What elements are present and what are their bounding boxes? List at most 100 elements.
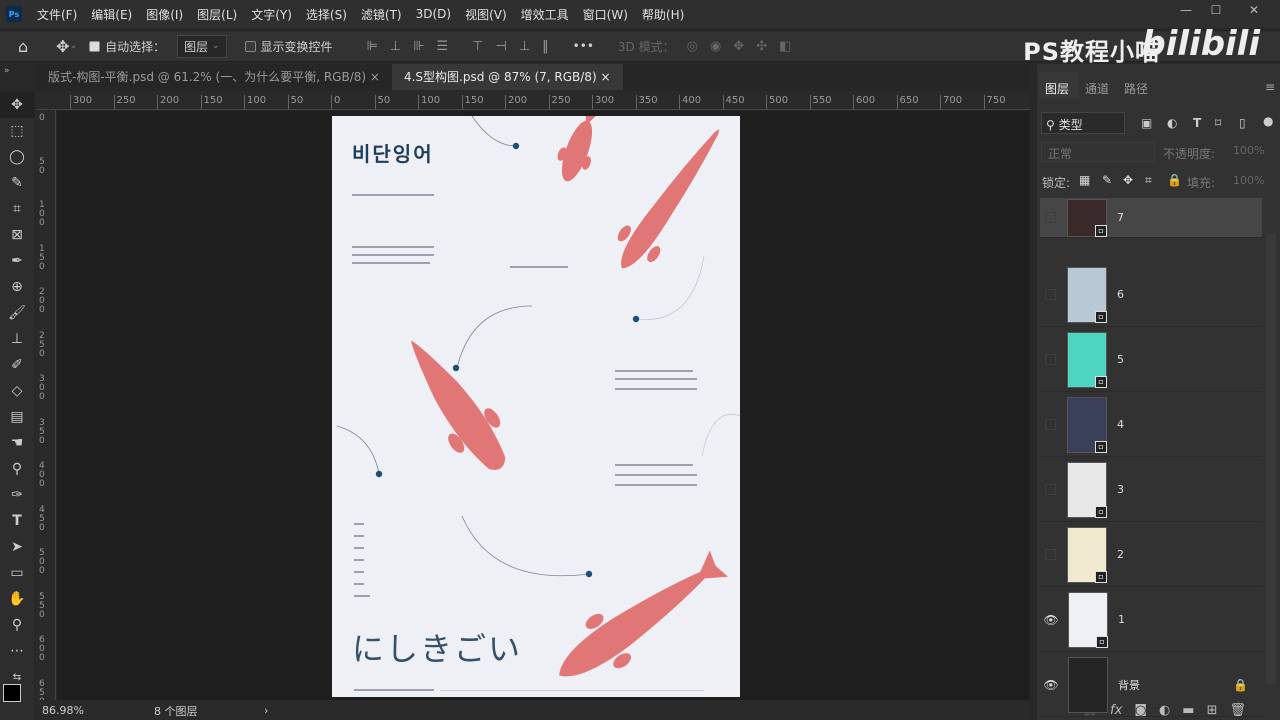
layers-scrollbar[interactable]	[1266, 234, 1276, 684]
maximize-button[interactable]: ☐	[1200, 0, 1232, 20]
align-left-icon[interactable]: ⊫	[367, 39, 378, 54]
lasso-tool-icon[interactable]: ◯	[0, 144, 34, 170]
fill-input[interactable]: 100%	[1233, 174, 1264, 187]
auto-select-checkbox[interactable]: 自动选择：	[89, 38, 165, 55]
smudge-tool-icon[interactable]: ☚	[0, 430, 34, 456]
menu-edit[interactable]: 编辑(E)	[84, 6, 139, 23]
filter-smart-object-icon[interactable]: ▯	[1239, 116, 1246, 130]
align-hcenter-icon[interactable]: ⊥	[390, 39, 401, 54]
close-button[interactable]: ✕	[1238, 0, 1270, 20]
visibility-toggle[interactable]	[1045, 419, 1056, 430]
distribute-icon[interactable]: ☰	[437, 39, 449, 54]
auto-select-target-dropdown[interactable]: 图层 ⌄	[177, 34, 227, 58]
filter-adjustment-icon[interactable]: ◐	[1167, 116, 1177, 130]
3d-camera-icon[interactable]: ◧	[779, 39, 791, 54]
layer-row[interactable]: ▫ 3	[1040, 458, 1262, 522]
path-select-tool-icon[interactable]: ➤	[0, 534, 34, 560]
align-right-icon[interactable]: ⊪	[413, 39, 424, 54]
filter-type-icon[interactable]: T	[1193, 116, 1201, 130]
tab-paths[interactable]: 路径	[1124, 80, 1148, 97]
frame-tool-icon[interactable]: ⊠	[0, 222, 34, 248]
tab-document-1[interactable]: 版式-构图-平衡.psd @ 61.2% (一、为什么要平衡, RGB/8) ×	[36, 64, 392, 90]
layer-row[interactable]: ▫ 7	[1040, 198, 1262, 238]
stamp-tool-icon[interactable]: ⊥	[0, 326, 34, 352]
distribute-v-icon[interactable]: ‖	[542, 39, 549, 54]
visibility-toggle[interactable]	[1045, 212, 1056, 223]
brush-tool-icon[interactable]: 🖌	[0, 300, 34, 326]
lock-image-icon[interactable]: ✎	[1102, 173, 1112, 187]
visibility-toggle[interactable]	[1045, 289, 1056, 300]
zoom-level[interactable]: 86.98%	[42, 704, 142, 717]
foreground-color-swatch[interactable]	[3, 684, 21, 702]
marquee-tool-icon[interactable]: ⬚	[0, 118, 34, 144]
menu-filter[interactable]: 滤镜(T)	[354, 6, 409, 23]
menu-help[interactable]: 帮助(H)	[635, 6, 691, 23]
history-brush-tool-icon[interactable]: ✐	[0, 352, 34, 378]
layer-filter-dropdown[interactable]: ⚲ 类型	[1041, 112, 1125, 134]
tab-layers[interactable]: 图层	[1045, 80, 1069, 97]
eye-icon[interactable]: 👁	[1040, 613, 1062, 627]
filter-shape-icon[interactable]: ⌑	[1215, 116, 1221, 130]
visibility-toggle[interactable]	[1045, 354, 1056, 365]
filter-pixel-icon[interactable]: ▣	[1141, 116, 1152, 130]
type-tool-icon[interactable]: T	[0, 508, 34, 534]
lock-position-icon[interactable]: ✥	[1123, 173, 1133, 187]
tab-channels[interactable]: 通道	[1085, 80, 1109, 97]
pen-tool-icon[interactable]: ✑	[0, 482, 34, 508]
visibility-toggle[interactable]	[1045, 549, 1056, 560]
tab-document-2[interactable]: 4.S型构图.psd @ 87% (7, RGB/8) ×	[391, 64, 623, 90]
zoom-tool-icon[interactable]: ⚲	[0, 612, 34, 638]
more-tools-icon[interactable]: ⋯	[0, 638, 34, 664]
layer-row[interactable]: ▫ 2	[1040, 523, 1262, 587]
document-canvas-poster[interactable]: 비단잉어 にしきごい	[332, 116, 740, 697]
panel-menu-icon[interactable]: ≡	[1265, 80, 1275, 94]
menu-plugins[interactable]: 增效工具	[514, 6, 576, 23]
align-top-icon[interactable]: ⊤	[472, 39, 483, 54]
close-tab-icon[interactable]: ×	[600, 70, 610, 84]
healing-tool-icon[interactable]: ⊕	[0, 274, 34, 300]
align-vcenter-icon[interactable]: ⊣	[496, 39, 507, 54]
filter-toggle-icon[interactable]: ●	[1263, 114, 1273, 128]
crop-tool-icon[interactable]: ⌗	[0, 196, 34, 222]
menu-layer[interactable]: 图层(L)	[190, 6, 244, 23]
3d-pan-icon[interactable]: ✥	[733, 39, 744, 54]
gradient-tool-icon[interactable]: ▤	[0, 404, 34, 430]
show-transform-checkbox[interactable]: 显示变换控件	[244, 38, 333, 55]
dodge-tool-icon[interactable]: ⚲	[0, 456, 34, 482]
layer-row[interactable]: ▫ 6	[1040, 263, 1262, 327]
menu-window[interactable]: 窗口(W)	[576, 6, 635, 23]
layer-row[interactable]: ▫ 4	[1040, 393, 1262, 457]
home-icon[interactable]: ⌂	[18, 37, 28, 56]
eraser-tool-icon[interactable]: ◇	[0, 378, 34, 404]
hand-tool-icon[interactable]: ✋	[0, 586, 34, 612]
status-menu-arrow[interactable]: ›	[264, 704, 268, 717]
menu-image[interactable]: 图像(I)	[139, 6, 190, 23]
move-tool-icon[interactable]: ✥ ⌄	[56, 37, 77, 56]
lock-transparency-icon[interactable]: ▦	[1079, 173, 1090, 187]
3d-slide-icon[interactable]: ✣	[756, 39, 767, 54]
blend-mode-dropdown[interactable]: 正常	[1041, 142, 1155, 162]
close-tab-icon[interactable]: ×	[370, 70, 380, 84]
layer-row[interactable]: 👁 ▫ 1	[1040, 588, 1262, 652]
menu-select[interactable]: 选择(S)	[299, 6, 354, 23]
lock-all-icon[interactable]: 🔒	[1167, 173, 1182, 187]
quick-select-tool-icon[interactable]: ✎	[0, 170, 34, 196]
minimize-button[interactable]: —	[1170, 0, 1202, 20]
layer-row[interactable]: 👁 背景 🔒	[1040, 653, 1262, 717]
menu-3d[interactable]: 3D(D)	[409, 7, 458, 21]
move-tool-icon[interactable]: ✥	[0, 92, 34, 118]
visibility-toggle[interactable]	[1045, 484, 1056, 495]
layer-row[interactable]: ▫ 5	[1040, 328, 1262, 392]
eye-icon[interactable]: 👁	[1040, 678, 1062, 692]
more-options-button[interactable]: •••	[573, 39, 594, 53]
menu-view[interactable]: 视图(V)	[458, 6, 514, 23]
rectangle-tool-icon[interactable]: ▭	[0, 560, 34, 586]
expand-toolbar-icon[interactable]: »	[4, 66, 10, 76]
menu-type[interactable]: 文字(Y)	[244, 6, 299, 23]
lock-artboard-icon[interactable]: ⌗	[1145, 173, 1152, 188]
3d-roll-icon[interactable]: ◉	[710, 39, 721, 54]
menu-file[interactable]: 文件(F)	[30, 6, 84, 23]
align-bottom-icon[interactable]: ⊥	[519, 39, 530, 54]
eyedropper-tool-icon[interactable]: ✒	[0, 248, 34, 274]
opacity-input[interactable]: 100%	[1233, 144, 1264, 157]
